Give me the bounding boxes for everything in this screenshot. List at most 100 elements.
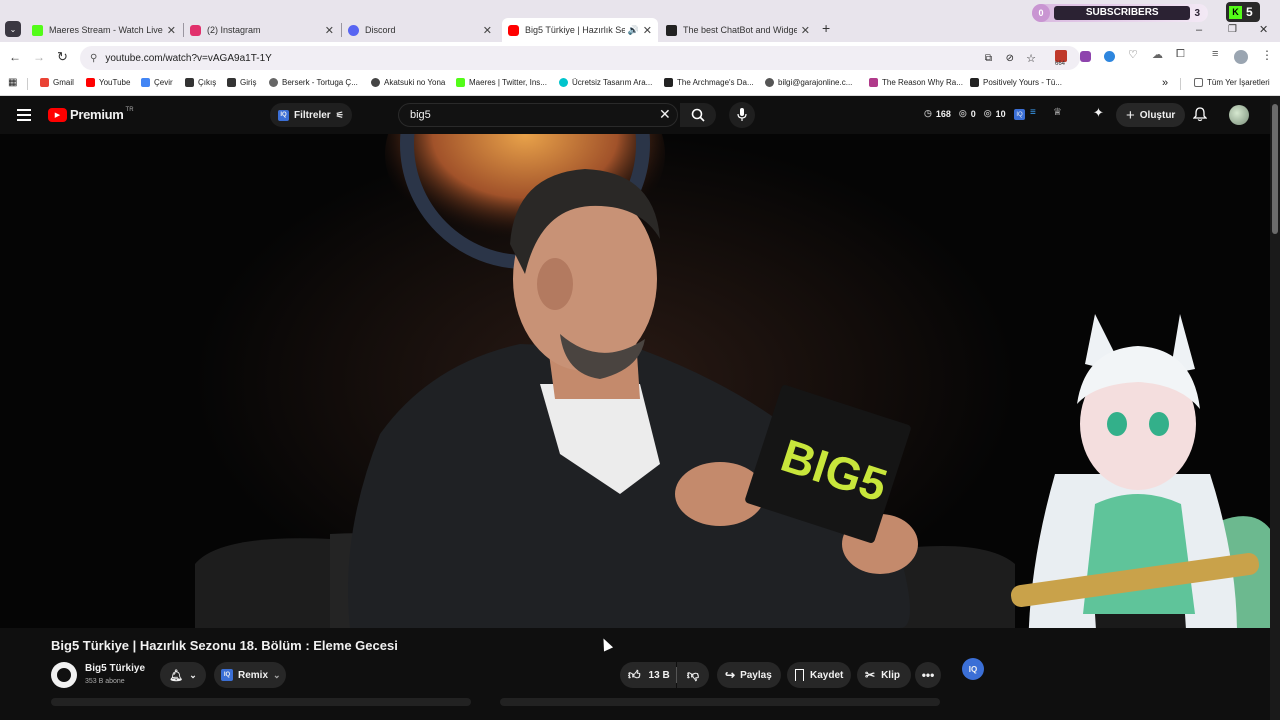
browser-tab-instagram[interactable]: (2) Instagram ✕ [184, 18, 340, 42]
tab-search-button[interactable]: ⌄ [5, 21, 21, 37]
youtube-header: ▶ Premium TR IQ Filtreler ⚟ big5 ✕ ◷ 168… [0, 96, 1280, 134]
more-actions-button[interactable]: ••• [915, 662, 941, 688]
canva-icon [559, 78, 568, 87]
bookmark-youtube[interactable]: YouTube [86, 78, 130, 87]
clip-button[interactable]: ✂ Klip [857, 662, 911, 688]
scrollbar-thumb[interactable] [1272, 104, 1278, 234]
region-code: TR [125, 107, 134, 113]
create-button[interactable]: + Oluştur [1116, 103, 1186, 127]
bookmark-akatsuki[interactable]: Akatsuki no Yona [371, 78, 445, 87]
browser-tab-discord[interactable]: Discord ✕ [342, 18, 498, 42]
voice-search-button[interactable] [729, 102, 755, 128]
browser-tab-kick[interactable]: Maeres Stream - Watch Live on ✕ [26, 18, 182, 42]
list-icon[interactable]: ≡ [1030, 107, 1036, 118]
filters-button[interactable]: IQ Filtreler ⚟ [270, 103, 352, 127]
close-window-button[interactable]: ✕ [1259, 23, 1268, 36]
search-input[interactable]: big5 [398, 103, 678, 127]
extension-blue-icon[interactable] [1104, 51, 1115, 62]
bookmark-giris[interactable]: Giriş [227, 78, 256, 87]
bookmark-cevir[interactable]: Çevir [141, 78, 173, 87]
chatbot-favicon-icon [666, 24, 677, 36]
clear-search-icon[interactable]: ✕ [659, 106, 671, 123]
close-tab-icon[interactable]: ✕ [643, 24, 652, 37]
extensions-puzzle-icon[interactable]: ⧠ [1176, 48, 1185, 61]
tab-title: Maeres Stream - Watch Live on [49, 25, 163, 35]
extension-cloud-icon[interactable]: ☁ [1152, 48, 1163, 61]
browser-menu-icon[interactable]: ⋮ [1261, 48, 1273, 62]
back-icon[interactable]: ← [9, 50, 21, 64]
all-bookmarks-folder[interactable]: Tüm Yer İşaretleri [1194, 78, 1270, 87]
youtube-favicon-icon [508, 24, 519, 36]
bookmark-label: Akatsuki no Yona [384, 78, 446, 87]
iq-extension-icon[interactable]: IQ [1014, 109, 1025, 120]
user-avatar[interactable] [1229, 105, 1249, 125]
new-tab-button[interactable]: + [822, 20, 830, 36]
trophy-icon[interactable]: ♕ [1053, 107, 1062, 118]
logo-text: Premium [70, 107, 124, 122]
bookmark-maeres[interactable]: Maeres | Twitter, Ins... [456, 78, 547, 87]
sparkle-icon[interactable]: ✦ [1093, 105, 1104, 121]
stat-watched: 168 [935, 108, 951, 119]
bookmark-label: Berserk - Tortuga Ç... [282, 78, 358, 87]
bookmark-canva[interactable]: Ücretsiz Tasarım Ara... [559, 78, 652, 87]
minimize-button[interactable]: – [1196, 24, 1202, 36]
speaker-icon[interactable]: 🔊 [628, 25, 639, 36]
bookmark-label: Giriş [240, 78, 257, 87]
bookmark-star-icon[interactable]: ☆ [1026, 52, 1036, 65]
browser-tab-youtube[interactable]: Big5 Türkiye | Hazırlık Sezon 🔊 ✕ [502, 18, 658, 42]
page-scrollbar[interactable] [1270, 96, 1280, 720]
save-label: Kaydet [810, 669, 844, 681]
eye-slash-icon[interactable]: ⊘ [1006, 53, 1014, 64]
channel-name[interactable]: Big5 Türkiye [85, 663, 145, 674]
apps-grid-icon[interactable]: ▦ [8, 77, 17, 88]
forward-icon[interactable]: → [33, 50, 45, 64]
close-tab-icon[interactable]: ✕ [483, 24, 492, 37]
extension-purple-icon[interactable] [1080, 51, 1091, 62]
close-tab-icon[interactable]: ✕ [167, 24, 176, 37]
bookmark-berserk[interactable]: Berserk - Tortuga Ç... [269, 78, 358, 87]
extension-bulb-icon[interactable]: ♡ [1128, 48, 1138, 61]
bookmark-garaj[interactable]: bilgi@garajonline.c... [765, 78, 852, 87]
bookmark-gmail[interactable]: Gmail [40, 78, 74, 87]
iq-action-button[interactable]: IQ [962, 658, 984, 680]
bookmark-positively[interactable]: Positively Yours - Tü... [970, 78, 1062, 87]
scissors-icon: ✂ [865, 668, 876, 682]
close-tab-icon[interactable]: ✕ [325, 24, 334, 37]
restore-button[interactable]: ❐ [1228, 24, 1237, 35]
bookmark-archmage[interactable]: The Archmage's Da... [664, 78, 754, 87]
bookmark-icon [795, 669, 804, 681]
kick-icon [456, 78, 465, 87]
iq-icon: IQ [278, 109, 289, 121]
video-title: Big5 Türkiye | Hazırlık Sezonu 18. Bölüm… [51, 638, 398, 653]
subscription-bell-button[interactable]: 🔔︎ ⌄ [160, 662, 206, 688]
browser-tab-chatbot[interactable]: The best ChatBot and Widgets ✕ [660, 18, 816, 42]
thumbs-down-icon: 👎︎ [686, 667, 700, 682]
stat-second: 0 [970, 108, 976, 119]
tab-title: (2) Instagram [207, 25, 261, 35]
remix-button[interactable]: IQ Remix ⌄ [214, 662, 286, 688]
reading-list-icon[interactable]: ≡ [1212, 48, 1218, 60]
profile-avatar[interactable] [1234, 50, 1248, 64]
more-bookmarks-button[interactable]: » [1162, 77, 1168, 89]
address-bar[interactable]: ⚲ youtube.com/watch?v=vAGA9a1T-1Y ⧉ ⊘ ☆ [80, 46, 1080, 70]
menu-hamburger-icon[interactable] [17, 109, 31, 121]
install-app-icon[interactable]: ⧉ [985, 53, 992, 64]
close-tab-icon[interactable]: ✕ [801, 24, 810, 37]
video-player[interactable]: BIG5 [0, 134, 1270, 628]
gmail-icon [40, 78, 49, 87]
bookmark-reason[interactable]: The Reason Why Ra... [869, 78, 963, 87]
like-button[interactable]: 👍︎ 13 B [620, 662, 676, 688]
site-info-icon[interactable]: ⚲ [90, 53, 97, 64]
youtube-icon [86, 78, 95, 87]
share-button[interactable]: ↪ Paylaş [717, 662, 781, 688]
channel-avatar[interactable] [51, 662, 77, 688]
notifications-bell-icon[interactable] [1193, 107, 1207, 122]
clock-icon: ◷ [924, 108, 932, 118]
reload-icon[interactable]: ↻ [57, 49, 68, 65]
dislike-button[interactable]: 👎︎ [677, 662, 709, 688]
bookmark-page-icon [869, 78, 878, 87]
save-button[interactable]: Kaydet [787, 662, 851, 688]
bookmark-cikis[interactable]: Çıkış [185, 78, 216, 87]
search-button[interactable] [680, 103, 716, 127]
youtube-logo[interactable]: ▶ Premium TR [48, 107, 134, 122]
